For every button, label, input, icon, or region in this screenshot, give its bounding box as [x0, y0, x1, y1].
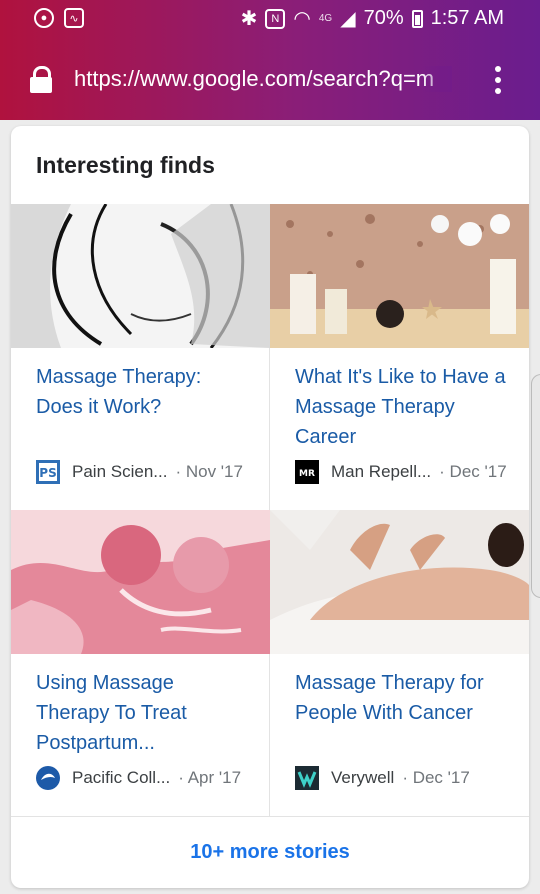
url-text[interactable]: https://www.google.com/search?q=m — [74, 66, 452, 92]
article-thumbnail[interactable] — [270, 510, 529, 654]
article-meta: PS Pain Scien... · Nov '17 — [36, 460, 258, 484]
pain-science-logo-icon: PS — [36, 460, 60, 484]
interesting-finds-card: Interesting finds Massage Therapy: Does … — [11, 126, 529, 888]
firefox-icon: ● — [34, 8, 54, 28]
article-tile[interactable]: Massage Therapy for People With Cancer V… — [270, 510, 529, 816]
article-tile[interactable]: What It's Like to Have a Massage Therapy… — [270, 204, 529, 510]
article-title[interactable]: Massage Therapy: Does it Work? — [36, 362, 248, 422]
network-type: 4G — [318, 13, 333, 24]
article-meta: Pacific Coll... · Apr '17 — [36, 766, 258, 790]
battery-percent: 70% — [363, 7, 404, 29]
activity-icon: ∿ — [64, 8, 84, 28]
svg-text:MR: MR — [299, 469, 315, 479]
pacific-college-logo-icon — [36, 766, 60, 790]
article-meta: MR Man Repell... · Dec '17 — [295, 460, 517, 484]
url-bar[interactable]: https://www.google.com/search?q=m — [0, 52, 540, 112]
card-heading: Interesting finds — [36, 152, 215, 178]
signal-icon: ◢ — [340, 8, 356, 30]
nfc-icon: N — [265, 8, 286, 29]
article-source: Pacific Coll... — [72, 768, 171, 787]
verywell-logo-icon — [295, 766, 319, 790]
article-title[interactable]: Using Massage Therapy To Treat Postpartu… — [36, 668, 248, 758]
article-date: · Dec '17 — [402, 768, 470, 787]
edge-panel-handle[interactable] — [531, 374, 540, 598]
article-date: · Nov '17 — [175, 462, 243, 481]
article-meta: Verywell · Dec '17 — [295, 766, 517, 790]
article-source: Man Repell... — [331, 462, 432, 481]
man-repeller-logo-icon: MR — [295, 460, 319, 484]
wifi-icon: ◠ — [293, 8, 311, 30]
article-thumbnail[interactable] — [11, 510, 270, 654]
article-tile[interactable]: Using Massage Therapy To Treat Postpartu… — [11, 510, 270, 816]
article-tile[interactable]: Massage Therapy: Does it Work? PS Pain S… — [11, 204, 270, 510]
article-title[interactable]: What It's Like to Have a Massage Therapy… — [295, 362, 507, 452]
overflow-menu-icon[interactable] — [490, 66, 506, 94]
article-thumbnail[interactable] — [11, 204, 270, 348]
clock: 1:57 AM — [430, 7, 504, 29]
bluetooth-icon: ✱ — [240, 8, 258, 30]
browser-top-bar: ● ∿ ✱ N ◠ 4G ◢ 70% 1:57 AM https://www.g… — [0, 0, 540, 120]
article-title[interactable]: Massage Therapy for People With Cancer — [295, 668, 507, 728]
article-date: · Apr '17 — [178, 768, 242, 787]
article-source: Verywell — [331, 768, 395, 787]
svg-text:PS: PS — [39, 466, 56, 480]
battery-icon — [411, 9, 423, 28]
article-thumbnail[interactable] — [270, 204, 529, 348]
article-date: · Dec '17 — [439, 462, 507, 481]
article-source: Pain Scien... — [72, 462, 168, 481]
more-stories-button[interactable]: 10+ more stories — [11, 817, 529, 887]
status-bar: ● ∿ ✱ N ◠ 4G ◢ 70% 1:57 AM — [0, 0, 540, 38]
lock-icon[interactable] — [30, 66, 52, 93]
